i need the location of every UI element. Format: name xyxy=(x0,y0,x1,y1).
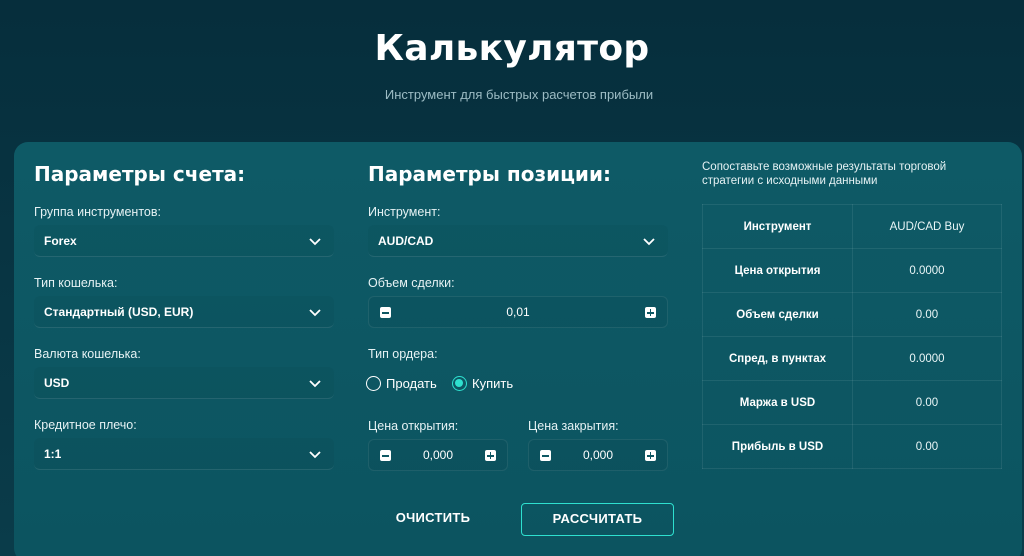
close-price-stepper[interactable]: 0,000 xyxy=(528,439,668,471)
page-subtitle: Инструмент для быстрых расчетов прибыли xyxy=(384,87,654,102)
wallet-currency-label: Валюта кошелька: xyxy=(34,347,141,361)
radio-selected-icon xyxy=(452,376,467,391)
clear-button[interactable]: ОЧИСТИТЬ xyxy=(384,510,482,530)
instrument-label: Инструмент: xyxy=(368,205,441,219)
calculate-button[interactable]: РАССЧИТАТЬ xyxy=(521,503,674,536)
chevron-down-icon xyxy=(309,238,321,246)
chevron-down-icon xyxy=(643,238,655,246)
leverage-label: Кредитное плечо: xyxy=(34,418,137,432)
radio-circle-icon xyxy=(366,376,381,391)
result-value: 0.00 xyxy=(852,424,1002,469)
result-key: Цена открытия xyxy=(702,248,853,293)
result-key: Объем сделки xyxy=(702,292,853,337)
open-price-label: Цена открытия: xyxy=(368,419,459,433)
order-type-buy-label: Купить xyxy=(472,376,514,391)
table-row: Объем сделки 0.00 xyxy=(702,292,1002,337)
position-params-title: Параметры позиции: xyxy=(368,162,611,186)
table-row: Маржа в USD 0.00 xyxy=(702,380,1002,425)
table-row: Инструмент AUD/CAD Buy xyxy=(702,204,1002,249)
plus-icon[interactable] xyxy=(485,450,496,461)
order-type-buy-radio[interactable]: Купить xyxy=(452,376,513,391)
result-value: AUD/CAD Buy xyxy=(852,204,1002,249)
table-row: Цена открытия 0.0000 xyxy=(702,248,1002,293)
result-key: Маржа в USD xyxy=(702,380,853,425)
leverage-select[interactable]: 1:1 xyxy=(34,438,334,470)
instrument-group-value: Forex xyxy=(44,233,77,248)
calculator-card: Параметры счета: Группа инструментов: Fo… xyxy=(14,142,1022,556)
order-type-sell-label: Продать xyxy=(386,376,437,391)
wallet-currency-value: USD xyxy=(44,375,70,390)
instrument-value: AUD/CAD xyxy=(378,233,434,248)
wallet-type-select[interactable]: Стандартный (USD, EUR) xyxy=(34,296,334,328)
close-price-label: Цена закрытия: xyxy=(528,419,619,433)
result-value: 0.0000 xyxy=(852,336,1002,381)
result-key: Прибыль в USD xyxy=(702,424,853,469)
result-value: 0.0000 xyxy=(852,248,1002,293)
result-key: Спред, в пунктах xyxy=(702,336,853,381)
volume-value[interactable]: 0,01 xyxy=(369,305,667,319)
instrument-group-select[interactable]: Forex xyxy=(34,225,334,257)
order-type-label: Тип ордера: xyxy=(368,347,438,361)
instrument-select[interactable]: AUD/CAD xyxy=(368,225,668,257)
plus-icon[interactable] xyxy=(645,307,656,318)
instrument-group-label: Группа инструментов: xyxy=(34,205,161,219)
page-title: Калькулятор xyxy=(374,28,650,69)
chevron-down-icon xyxy=(309,451,321,459)
plus-icon[interactable] xyxy=(645,450,656,461)
open-price-stepper[interactable]: 0,000 xyxy=(368,439,508,471)
table-row: Прибыль в USD 0.00 xyxy=(702,424,1002,469)
wallet-type-label: Тип кошелька: xyxy=(34,276,118,290)
wallet-type-value: Стандартный (USD, EUR) xyxy=(44,304,194,319)
volume-label: Объем сделки: xyxy=(368,276,455,290)
table-row: Спред, в пунктах 0.0000 xyxy=(702,336,1002,381)
chevron-down-icon xyxy=(309,309,321,317)
volume-stepper[interactable]: 0,01 xyxy=(368,296,668,328)
result-value: 0.00 xyxy=(852,380,1002,425)
results-note: Сопоставьте возможные результаты торгово… xyxy=(702,161,947,187)
leverage-value: 1:1 xyxy=(44,446,62,461)
chevron-down-icon xyxy=(309,380,321,388)
account-params-title: Параметры счета: xyxy=(34,162,246,186)
results-table: Инструмент AUD/CAD Buy Цена открытия 0.0… xyxy=(702,204,1002,469)
order-type-sell-radio[interactable]: Продать xyxy=(366,376,437,391)
result-value: 0.00 xyxy=(852,292,1002,337)
result-key: Инструмент xyxy=(702,204,853,249)
wallet-currency-select[interactable]: USD xyxy=(34,367,334,399)
